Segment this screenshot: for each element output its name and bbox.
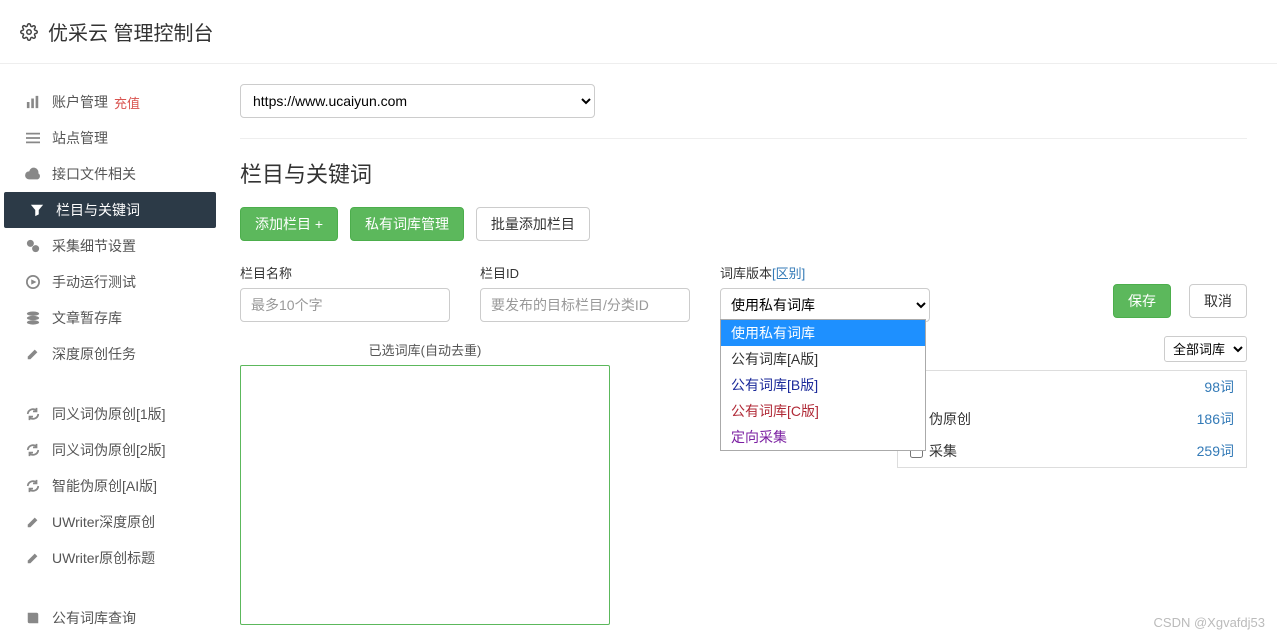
sidebar-item-label: 账户管理: [52, 92, 108, 112]
lexicon-version-dropdown: 使用私有词库 公有词库[A版] 公有词库[B版] 公有词库[C版] 定向采集: [720, 319, 926, 451]
refresh-icon: [24, 407, 42, 421]
selected-lexicon-caption: 已选词库(自动去重): [240, 340, 610, 359]
sidebar-item-label: 公有词库查询: [52, 608, 136, 628]
refresh-icon: [24, 479, 42, 493]
edit-icon: [24, 551, 42, 565]
refresh-icon: [24, 443, 42, 457]
sidebar-item-store[interactable]: 文章暂存库: [0, 300, 220, 336]
category-count: 259词: [1197, 441, 1234, 461]
category-label: 伪原创: [929, 409, 971, 429]
edit-icon: [24, 347, 42, 361]
sidebar-item-label: UWriter原创标题: [52, 548, 155, 568]
category-row[interactable]: 伪原创 186词: [898, 403, 1246, 435]
play-icon: [24, 275, 42, 289]
save-button[interactable]: 保存: [1113, 284, 1171, 318]
bar-chart-icon: [24, 95, 42, 109]
sidebar-item-extra[interactable]: 充值: [114, 93, 140, 112]
gears-icon: [24, 239, 42, 253]
lexicon-version-label: 词库版本[区别]: [720, 263, 930, 282]
sidebar-item-public-lexicon[interactable]: 公有词库查询: [0, 600, 220, 636]
divider: [240, 138, 1247, 139]
version-diff-link[interactable]: [区别]: [772, 266, 805, 281]
sidebar-item-label: 深度原创任务: [52, 344, 136, 364]
page-title: 优采云 管理控制台: [48, 17, 214, 46]
sidebar-item-label: 站点管理: [52, 128, 108, 148]
dropdown-option[interactable]: 公有词库[C版]: [721, 398, 925, 424]
sidebar-item-label: 文章暂存库: [52, 308, 122, 328]
main-content: https://www.ucaiyun.com 栏目与关键词 添加栏目 + 私有…: [220, 64, 1277, 636]
sidebar-item-label: 采集细节设置: [52, 236, 136, 256]
sidebar-item-site[interactable]: 站点管理: [0, 120, 220, 156]
sidebar-item-label: UWriter深度原创: [52, 512, 155, 532]
sidebar-item-detail[interactable]: 采集细节设置: [0, 228, 220, 264]
sidebar-item-run[interactable]: 手动运行测试: [0, 264, 220, 300]
sidebar-item-uwriter-deep[interactable]: UWriter深度原创: [0, 504, 220, 540]
dropdown-option[interactable]: 公有词库[A版]: [721, 346, 925, 372]
watermark: CSDN @Xgvafdj53: [1154, 615, 1265, 630]
column-name-input[interactable]: [240, 288, 450, 322]
sidebar-item-deep[interactable]: 深度原创任务: [0, 336, 220, 372]
lexicon-category-panel: 98词 伪原创 186词 采集 259词: [897, 370, 1247, 468]
sidebar-item-label: 栏目与关键词: [56, 200, 140, 220]
category-row[interactable]: 采集 259词: [898, 435, 1246, 467]
lexicon-filter-select[interactable]: 全部词库: [1164, 336, 1247, 362]
column-id-label: 栏目ID: [480, 263, 690, 282]
sidebar-item-uwriter-title[interactable]: UWriter原创标题: [0, 540, 220, 576]
category-label: 采集: [929, 441, 957, 461]
category-count: 186词: [1197, 409, 1234, 429]
gear-icon: [20, 23, 38, 41]
top-header: 优采云 管理控制台: [0, 0, 1277, 64]
sidebar-item-columns[interactable]: 栏目与关键词: [4, 192, 216, 228]
column-id-input[interactable]: [480, 288, 690, 322]
sidebar-item-label: 同义词伪原创[1版]: [52, 404, 166, 424]
lexicon-version-select[interactable]: 使用私有词库: [720, 288, 930, 322]
filter-icon: [28, 203, 46, 217]
sidebar-item-syn1[interactable]: 同义词伪原创[1版]: [0, 396, 220, 432]
column-name-label: 栏目名称: [240, 263, 450, 282]
stack-icon: [24, 311, 42, 325]
sidebar-item-account[interactable]: 账户管理 充值: [0, 84, 220, 120]
book-icon: [24, 611, 42, 625]
sidebar: 账户管理 充值 站点管理 接口文件相关 栏目与关键词 采集细节设置 手动运: [0, 64, 220, 636]
dropdown-option[interactable]: 使用私有词库: [721, 320, 925, 346]
add-column-button[interactable]: 添加栏目 +: [240, 207, 338, 241]
sidebar-item-label: 智能伪原创[AI版]: [52, 476, 157, 496]
category-count: 98词: [1204, 377, 1234, 397]
edit-icon: [24, 515, 42, 529]
section-title: 栏目与关键词: [240, 157, 1247, 189]
dropdown-option[interactable]: 公有词库[B版]: [721, 372, 925, 398]
batch-add-button[interactable]: 批量添加栏目: [476, 207, 590, 241]
private-lexicon-button[interactable]: 私有词库管理: [350, 207, 464, 241]
cloud-icon: [24, 167, 42, 181]
sidebar-item-ai[interactable]: 智能伪原创[AI版]: [0, 468, 220, 504]
cancel-button[interactable]: 取消: [1189, 284, 1247, 318]
sidebar-item-api[interactable]: 接口文件相关: [0, 156, 220, 192]
dropdown-option[interactable]: 定向采集: [721, 424, 925, 450]
sidebar-item-syn2[interactable]: 同义词伪原创[2版]: [0, 432, 220, 468]
category-row[interactable]: 98词: [898, 371, 1246, 403]
sidebar-item-label: 手动运行测试: [52, 272, 136, 292]
list-icon: [24, 131, 42, 145]
sidebar-item-label: 接口文件相关: [52, 164, 136, 184]
selected-lexicon-panel[interactable]: [240, 365, 610, 625]
site-url-select[interactable]: https://www.ucaiyun.com: [240, 84, 595, 118]
sidebar-item-label: 同义词伪原创[2版]: [52, 440, 166, 460]
